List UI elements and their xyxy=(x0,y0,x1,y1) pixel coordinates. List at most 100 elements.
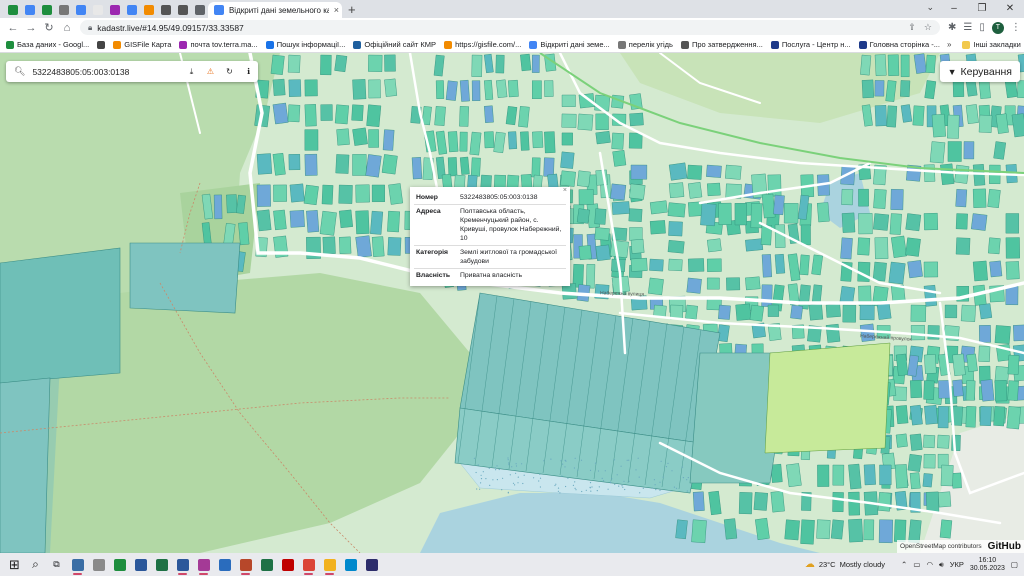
land-parcel[interactable] xyxy=(272,78,286,96)
land-parcel[interactable] xyxy=(800,224,811,246)
land-parcel[interactable] xyxy=(649,220,666,235)
land-parcel[interactable] xyxy=(848,491,861,516)
land-parcel[interactable] xyxy=(352,79,367,100)
land-parcel[interactable] xyxy=(978,325,991,343)
land-parcel[interactable] xyxy=(842,304,857,323)
land-parcel[interactable] xyxy=(988,237,1001,255)
browser-tab[interactable] xyxy=(21,2,38,18)
land-parcel[interactable] xyxy=(993,141,1007,160)
land-parcel[interactable] xyxy=(320,54,332,76)
browser-tab[interactable] xyxy=(72,2,89,18)
land-parcel[interactable] xyxy=(544,80,554,97)
land-parcel[interactable] xyxy=(561,94,576,107)
land-parcel[interactable] xyxy=(863,464,876,486)
land-parcel[interactable] xyxy=(761,284,773,307)
land-parcel[interactable] xyxy=(955,237,971,255)
land-parcel[interactable] xyxy=(544,131,556,154)
taskbar-app-icon[interactable] xyxy=(193,553,214,576)
land-parcel[interactable] xyxy=(435,80,445,99)
land-parcel[interactable] xyxy=(595,113,609,131)
land-parcel[interactable] xyxy=(895,405,909,425)
land-parcel[interactable] xyxy=(878,519,894,544)
land-parcel[interactable] xyxy=(980,379,995,402)
land-parcel[interactable] xyxy=(770,490,785,513)
land-parcel[interactable] xyxy=(773,194,785,216)
browser-tab[interactable] xyxy=(140,2,157,18)
land-parcel[interactable] xyxy=(595,244,611,262)
taskbar-app-icon[interactable] xyxy=(109,553,130,576)
browser-tab[interactable] xyxy=(123,2,140,18)
land-parcel[interactable] xyxy=(471,80,481,102)
land-parcel[interactable] xyxy=(576,170,591,188)
land-parcel[interactable] xyxy=(860,54,872,76)
land-parcel[interactable] xyxy=(889,213,902,235)
land-parcel[interactable] xyxy=(909,404,923,426)
network-icon[interactable]: ◠ xyxy=(926,560,933,569)
land-parcel[interactable] xyxy=(1005,213,1020,234)
land-parcel[interactable] xyxy=(923,212,939,231)
browser-tab[interactable] xyxy=(55,2,72,18)
land-parcel[interactable] xyxy=(952,79,965,98)
map-canvas[interactable] xyxy=(0,53,1024,553)
reading-list-icon[interactable]: ☰ xyxy=(963,22,972,33)
land-parcel[interactable] xyxy=(335,154,350,174)
land-parcel[interactable] xyxy=(848,463,862,490)
land-parcel[interactable] xyxy=(576,208,590,224)
land-parcel[interactable] xyxy=(1016,80,1024,99)
land-parcel[interactable] xyxy=(382,129,395,151)
land-parcel[interactable] xyxy=(726,277,741,291)
land-parcel[interactable] xyxy=(434,106,446,126)
land-parcel[interactable] xyxy=(630,164,648,180)
language-indicator[interactable]: УКР xyxy=(950,560,964,569)
land-parcel[interactable] xyxy=(761,193,776,219)
land-parcel[interactable] xyxy=(630,238,645,254)
land-parcel[interactable] xyxy=(630,257,648,272)
bookmark-item[interactable]: Головна сторінка -... xyxy=(858,40,940,49)
land-parcel[interactable] xyxy=(667,239,685,254)
land-parcel[interactable] xyxy=(952,353,966,377)
maximize-icon[interactable]: ❐ xyxy=(968,0,996,18)
land-parcel[interactable] xyxy=(907,260,923,279)
land-parcel[interactable] xyxy=(978,114,993,133)
land-parcel[interactable] xyxy=(924,405,938,425)
land-parcel[interactable] xyxy=(923,164,936,182)
land-parcel[interactable] xyxy=(507,79,519,98)
land-parcel[interactable] xyxy=(922,473,933,488)
land-parcel[interactable] xyxy=(873,188,887,209)
land-parcel[interactable] xyxy=(987,188,1001,209)
land-parcel[interactable] xyxy=(213,194,223,220)
lock-icon[interactable]: 🔒︎ xyxy=(88,23,92,33)
download-icon[interactable]: ⤓ xyxy=(182,67,201,77)
land-parcel[interactable] xyxy=(371,184,385,203)
land-parcel[interactable] xyxy=(994,380,1008,402)
taskbar-app-icon[interactable] xyxy=(172,553,193,576)
land-parcel[interactable] xyxy=(578,189,594,205)
land-parcel[interactable] xyxy=(256,153,273,175)
land-parcel[interactable] xyxy=(924,354,937,374)
land-parcel[interactable] xyxy=(925,54,936,74)
bookmark-star-icon[interactable]: ☆ xyxy=(924,22,932,33)
land-parcel[interactable] xyxy=(578,245,592,261)
browser-tab[interactable] xyxy=(174,2,191,18)
extensions-icon[interactable]: ✱ xyxy=(948,22,956,33)
land-parcel[interactable] xyxy=(909,472,921,490)
github-link[interactable]: GitHub xyxy=(988,541,1021,552)
tray-chevron-icon[interactable]: ⌃ xyxy=(901,560,907,569)
share-icon[interactable]: ⇪ xyxy=(908,22,916,33)
land-parcel[interactable] xyxy=(895,433,908,448)
land-parcel[interactable] xyxy=(270,54,285,75)
land-parcel[interactable] xyxy=(691,519,707,544)
land-parcel[interactable] xyxy=(561,113,577,128)
land-parcel[interactable] xyxy=(495,54,505,74)
land-parcel[interactable] xyxy=(816,202,830,223)
land-parcel[interactable] xyxy=(667,202,686,218)
forward-icon[interactable]: → xyxy=(22,22,40,34)
land-parcel[interactable] xyxy=(894,464,908,489)
land-parcel[interactable] xyxy=(577,113,594,131)
manage-button[interactable]: ▼ Керування xyxy=(939,61,1020,82)
land-parcel[interactable] xyxy=(1007,354,1020,375)
land-parcel[interactable] xyxy=(923,261,939,278)
land-parcel[interactable] xyxy=(628,208,643,222)
land-parcel[interactable] xyxy=(668,162,688,181)
land-parcel[interactable] xyxy=(718,202,732,226)
